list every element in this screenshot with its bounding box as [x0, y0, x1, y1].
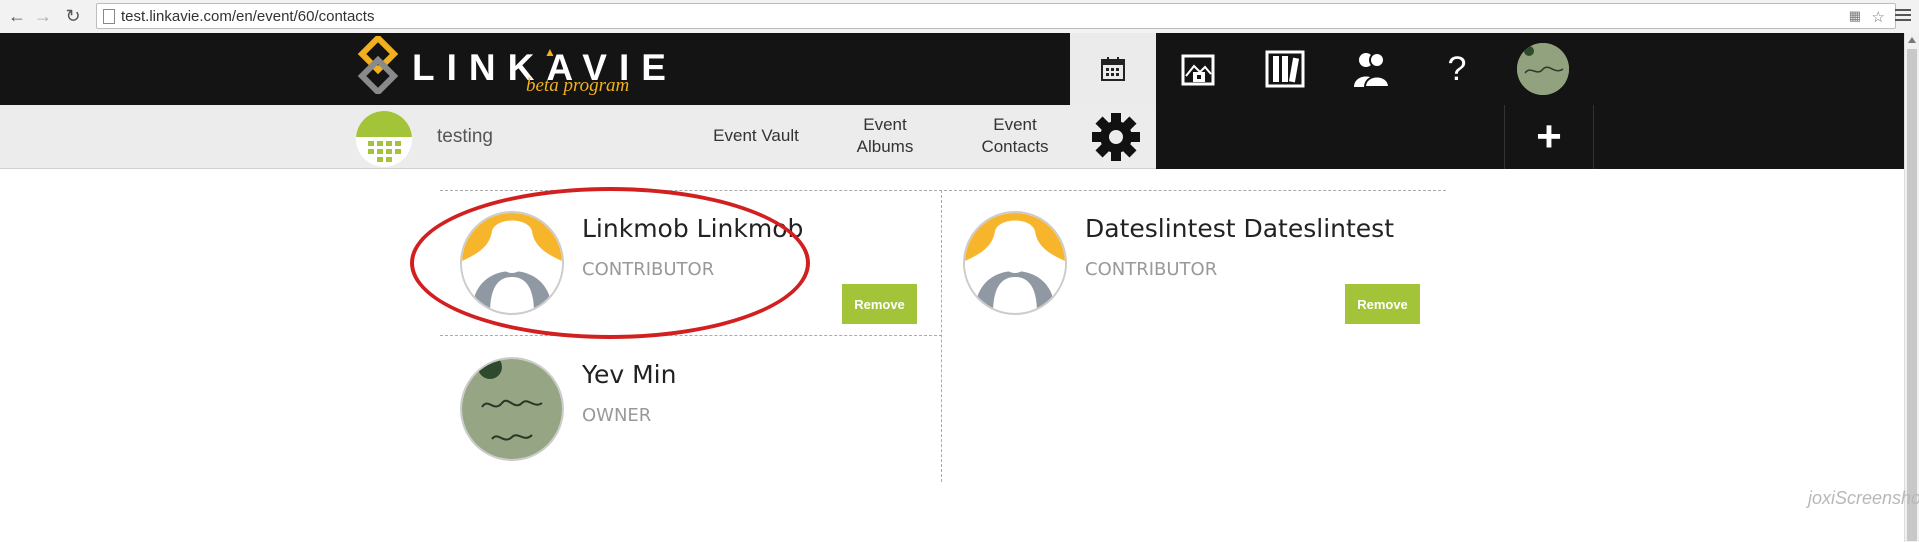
reload-icon[interactable]: ↻ — [62, 6, 84, 26]
add-button[interactable]: + — [1504, 105, 1594, 169]
url-text: test.linkavie.com/en/event/60/contacts — [121, 8, 375, 25]
event-calendar-badge[interactable] — [356, 111, 412, 167]
contact-name: Yev Min — [582, 360, 677, 389]
plus-icon: + — [1536, 112, 1562, 161]
screenshot-watermark: joxiScreenshot — [1808, 488, 1919, 508]
translate-icon[interactable]: ▦ — [1849, 8, 1861, 24]
calendar-nav-button[interactable] — [1070, 33, 1156, 105]
event-albums-label-line2: Albums — [856, 137, 914, 156]
event-contacts-label-line1: Event — [993, 115, 1037, 134]
contact-role: CONTRIBUTOR — [1085, 259, 1218, 280]
linkavie-logo-icon — [357, 36, 399, 94]
profile-nav-button[interactable] — [1500, 33, 1586, 105]
event-vault-label: Event Vault — [713, 126, 799, 145]
remove-contact-button[interactable]: Remove — [842, 284, 917, 324]
star-icon[interactable]: ☆ — [1872, 8, 1885, 26]
event-albums-link[interactable]: Event Albums — [840, 114, 930, 158]
grid-divider-top — [440, 190, 1446, 191]
page-icon — [103, 9, 115, 24]
page-scrollbar[interactable] — [1904, 33, 1919, 542]
contact-name: Linkmob Linkmob — [582, 214, 804, 243]
help-nav-button[interactable]: ? — [1414, 33, 1500, 105]
contacts-nav-button[interactable] — [1328, 33, 1414, 105]
event-albums-label-line1: Event — [863, 115, 907, 134]
grid-divider-middle — [440, 335, 942, 336]
photo-lock-icon — [1181, 54, 1215, 86]
event-contacts-label-line2: Contacts — [981, 137, 1049, 156]
help-icon: ? — [1447, 49, 1467, 88]
back-arrow-icon[interactable]: ← — [6, 6, 28, 26]
albums-nav-button[interactable] — [1242, 33, 1328, 105]
albums-icon — [1265, 50, 1305, 88]
grid-divider-vertical — [941, 190, 942, 482]
scroll-up-arrow-icon[interactable] — [1908, 37, 1916, 43]
scrollbar-thumb[interactable] — [1907, 49, 1917, 541]
contact-role: CONTRIBUTOR — [582, 259, 715, 280]
photo-avatar — [460, 357, 564, 461]
logo-accent-mark: ▲ — [544, 45, 556, 59]
event-vault-link[interactable]: Event Vault — [706, 125, 806, 147]
remove-contact-button[interactable]: Remove — [1345, 284, 1420, 324]
browser-menu-icon[interactable] — [1895, 6, 1911, 22]
address-bar[interactable]: test.linkavie.com/en/event/60/contacts ▦… — [96, 3, 1896, 29]
top-navigation-bar: LINKAVIE ▲ beta program ? — [0, 33, 1904, 105]
users-icon — [1354, 52, 1391, 88]
event-contacts-link[interactable]: Event Contacts — [970, 114, 1060, 158]
default-user-avatar-icon — [963, 211, 1067, 315]
forward-arrow-icon[interactable]: → — [32, 6, 54, 26]
vault-nav-button[interactable] — [1156, 33, 1242, 105]
user-avatar — [1517, 43, 1569, 95]
default-user-avatar-icon — [460, 211, 564, 315]
event-calendar-icon — [356, 111, 412, 162]
browser-toolbar: ← → ↻ test.linkavie.com/en/event/60/cont… — [0, 0, 1919, 34]
settings-gear-icon[interactable] — [1091, 112, 1141, 162]
calendar-icon — [1101, 57, 1125, 81]
contact-role: OWNER — [582, 405, 652, 426]
contact-name: Dateslintest Dateslintest — [1085, 214, 1394, 243]
event-name: testing — [437, 126, 493, 147]
logo-subtitle: beta program — [526, 75, 630, 96]
